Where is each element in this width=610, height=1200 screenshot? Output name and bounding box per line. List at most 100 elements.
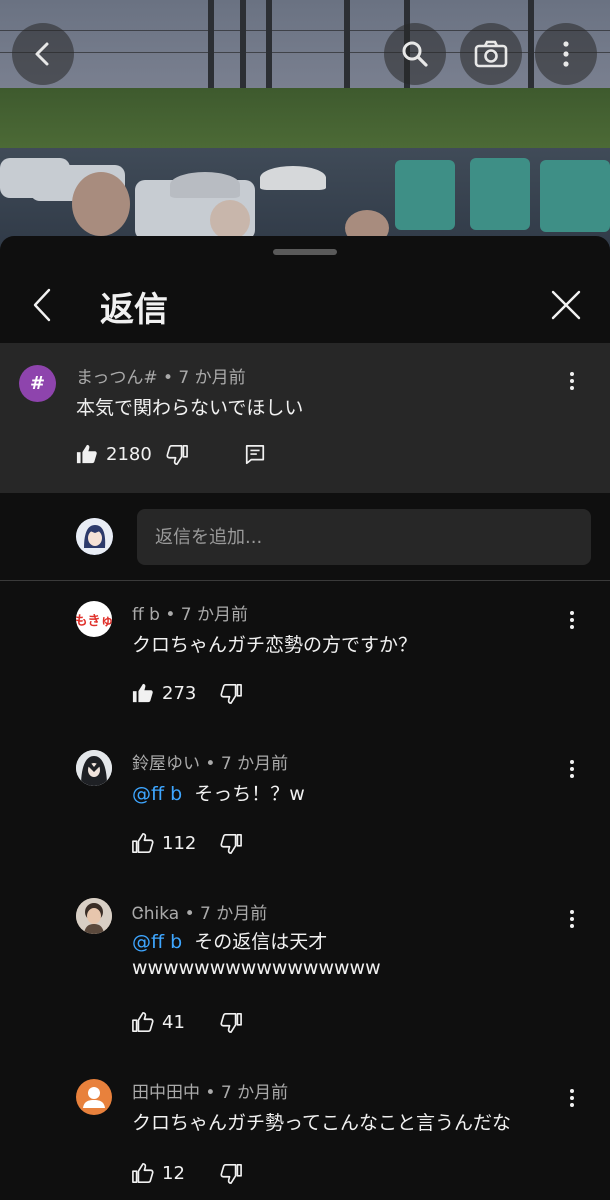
anime-avatar-image (76, 518, 113, 555)
video-player[interactable] (0, 0, 610, 250)
power-line (0, 30, 610, 31)
comment-menu-button[interactable] (557, 899, 587, 939)
drag-handle[interactable] (273, 249, 337, 255)
like-count: 273 (162, 682, 197, 704)
comment-age: 7 か月前 (180, 605, 248, 625)
comment-body: そっち！？w (194, 783, 305, 805)
like-button[interactable]: 112 (132, 832, 196, 854)
comment-menu-button[interactable] (557, 749, 587, 789)
avatar-letter: # (29, 373, 46, 394)
author-name[interactable]: ff b (132, 605, 160, 625)
comment-text: クロちゃんガチ勢ってこんなこと言うんだな (132, 1112, 512, 1134)
sheet-header: 返信 (0, 266, 610, 344)
comment-meta: まっつん# • 7 か月前 (76, 368, 246, 388)
mention-link[interactable]: @ff b (132, 931, 182, 953)
like-button[interactable]: 12 (132, 1162, 185, 1184)
comment-age: 7 か月前 (220, 1083, 289, 1103)
replies-sheet: 返信 # まっつん# • 7 か月前 本気で関わらないでほしい 2180 返信を… (0, 236, 610, 1200)
video-person (72, 172, 130, 236)
thumb-up-icon (132, 1163, 154, 1183)
comment-age: 7 か月前 (178, 368, 246, 388)
comment-text: クロちゃんガチ恋勢の方ですか？ (132, 634, 418, 656)
like-count: 2180 (106, 443, 152, 465)
comment-text: @ff b そっち！？w (132, 779, 305, 806)
dislike-button[interactable] (220, 1163, 242, 1185)
back-button[interactable] (22, 281, 62, 329)
video-machine (540, 160, 610, 232)
video-more-button[interactable] (535, 23, 597, 85)
close-icon (551, 290, 581, 320)
avatar[interactable] (76, 898, 112, 934)
reply-item: 鈴屋ゆい • 7 か月前 @ff b そっち！？w 112 (0, 731, 610, 881)
comment-age: 7 か月前 (200, 904, 268, 924)
like-button[interactable]: 2180 (76, 443, 152, 465)
avatar[interactable]: # (19, 365, 56, 402)
sheet-title: 返信 (100, 290, 168, 330)
video-machine (395, 160, 455, 230)
add-reply-row (0, 493, 610, 581)
author-name[interactable]: 鈴屋ゆい (132, 754, 200, 774)
video-umbrella (170, 172, 240, 198)
video-search-button[interactable] (384, 23, 446, 85)
default-avatar-icon (83, 1087, 105, 1108)
parent-comment: # まっつん# • 7 か月前 本気で関わらないでほしい 2180 (0, 343, 610, 493)
mention-link[interactable]: @ff b (132, 783, 182, 805)
video-camera-button[interactable] (460, 23, 522, 85)
comment-text-line2: wwwwwwwwwwwwwwww (132, 957, 381, 979)
close-button[interactable] (540, 281, 592, 329)
search-icon (402, 41, 428, 67)
like-button[interactable]: 41 (132, 1011, 185, 1033)
anime-avatar-image (76, 750, 112, 786)
like-count: 112 (162, 832, 197, 854)
video-back-button[interactable] (12, 23, 74, 85)
thumb-down-icon (220, 834, 242, 854)
person-photo-avatar (76, 898, 112, 934)
author-name[interactable]: 田中田中 (132, 1083, 200, 1103)
add-reply-input[interactable] (137, 509, 591, 565)
chevron-left-icon (33, 288, 51, 322)
comment-body: その返信は天才 (194, 931, 328, 953)
chevron-left-icon (35, 42, 49, 66)
comment-meta: Ꮳhika • 7 か月前 (132, 904, 268, 924)
avatar[interactable]: もきゅ (76, 601, 112, 637)
thumb-down-icon (220, 1164, 242, 1184)
dislike-button[interactable] (166, 444, 188, 466)
like-button[interactable]: 273 (132, 682, 196, 704)
author-name[interactable]: まっつん# (76, 368, 158, 388)
comment-icon (245, 444, 265, 465)
avatar[interactable] (76, 1079, 112, 1115)
avatar-text: もきゅ (76, 613, 112, 629)
user-avatar[interactable] (76, 518, 113, 555)
reply-item: Ꮳhika • 7 か月前 @ff b その返信は天才 wwwwwwwwwwww… (0, 881, 610, 1061)
video-person (210, 200, 250, 240)
thumb-up-icon (132, 1012, 154, 1032)
author-name[interactable]: Ꮳhika (132, 904, 179, 924)
comment-meta: ff b • 7 か月前 (132, 605, 248, 625)
thumb-up-filled-icon (132, 683, 153, 703)
video-machine (470, 158, 530, 230)
comment-meta: 鈴屋ゆい • 7 か月前 (132, 754, 289, 774)
video-umbrella (260, 166, 326, 190)
dislike-button[interactable] (220, 683, 242, 705)
reply-button[interactable] (244, 444, 266, 466)
comment-age: 7 か月前 (220, 754, 289, 774)
more-vertical-icon (563, 41, 569, 67)
thumb-down-icon (220, 1013, 242, 1033)
comment-text: @ff b その返信は天才 (132, 927, 327, 954)
dislike-button[interactable] (220, 1012, 242, 1034)
avatar[interactable] (76, 750, 112, 786)
comment-meta: 田中田中 • 7 か月前 (132, 1083, 289, 1103)
video-grass (0, 88, 610, 148)
thumb-down-icon (166, 445, 188, 465)
camera-icon (474, 40, 508, 68)
reply-item: もきゅ ff b • 7 か月前 クロちゃんガチ恋勢の方ですか？ 273 (0, 581, 610, 731)
dislike-button[interactable] (220, 833, 242, 855)
comment-menu-button[interactable] (557, 600, 587, 640)
like-count: 41 (162, 1011, 185, 1033)
comment-text: 本気で関わらないでほしい (76, 397, 304, 419)
thumb-down-icon (220, 684, 242, 704)
comment-menu-button[interactable] (557, 1078, 587, 1118)
reply-item: 田中田中 • 7 か月前 クロちゃんガチ勢ってこんなこと言うんだな 12 (0, 1061, 610, 1200)
like-count: 12 (162, 1162, 185, 1184)
comment-menu-button[interactable] (557, 361, 587, 401)
